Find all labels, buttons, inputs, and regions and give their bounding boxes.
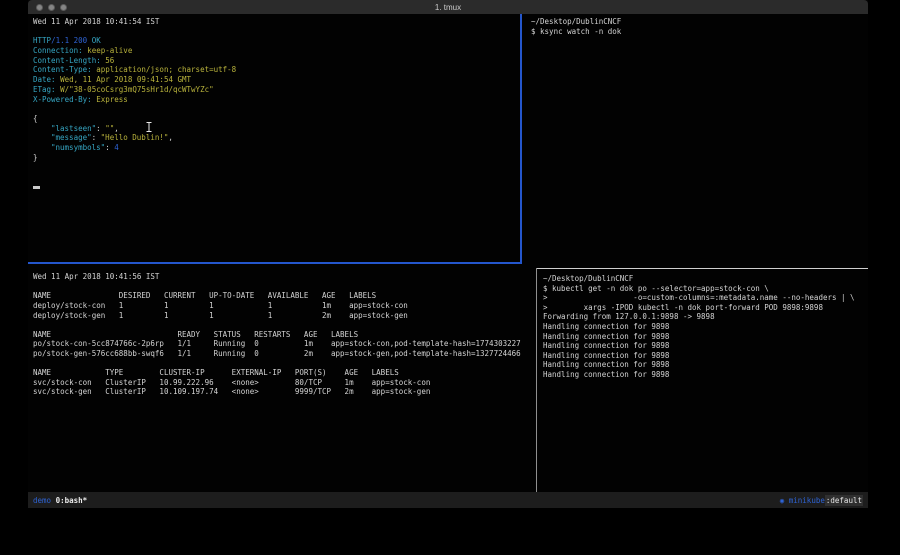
http-reason: OK (92, 36, 101, 45)
json-value: "Hello Dublin!" (101, 133, 169, 142)
window-title: 1. tmux (28, 3, 868, 12)
http-protocol: HTTP (33, 36, 51, 45)
http-version-status: /1.1 200 (51, 36, 87, 45)
json-key: "message" (51, 133, 92, 142)
http-header-line: Content-Type: application/json; charset=… (33, 65, 520, 75)
pane-border-vertical[interactable] (536, 268, 537, 492)
header-value: keep-alive (87, 46, 132, 55)
header-value: W/"38-05coCsrg3mQ75sHr1d/qcWTwYZc" (60, 85, 214, 94)
tmux-status-bar: demo 0:bash* ◉ minikube:default (28, 492, 868, 508)
status-left: demo 0:bash* (33, 496, 87, 505)
header-value: Express (96, 95, 128, 104)
header-value: Wed, 11 Apr 2018 09:41:54 GMT (60, 75, 191, 84)
window-titlebar[interactable]: 1. tmux (28, 0, 868, 14)
session-name: demo (33, 496, 51, 505)
http-header-line: Connection: keep-alive (33, 46, 520, 56)
http-header-line: Date: Wed, 11 Apr 2018 09:41:54 GMT (33, 75, 520, 85)
json-comma: , (168, 133, 173, 142)
ksync-output: ~/Desktop/DublinCNCF $ ksync watch -n do… (531, 17, 868, 36)
json-close-brace: } (33, 153, 520, 163)
pane-http-response[interactable]: Wed 11 Apr 2018 10:41:54 IST HTTP/1.1 20… (28, 14, 520, 262)
kube-namespace: :default (825, 495, 863, 506)
http-header-line: ETag: W/"38-05coCsrg3mQ75sHr1d/qcWTwYZc" (33, 85, 520, 95)
kube-context: minikube (789, 496, 825, 505)
tmux-terminal[interactable]: Wed 11 Apr 2018 10:41:54 IST HTTP/1.1 20… (28, 14, 868, 492)
json-colon: : (105, 143, 114, 152)
header-value: application/json; charset=utf-8 (96, 65, 236, 74)
pane-port-forward[interactable]: ~/Desktop/DublinCNCF $ kubectl get -n do… (538, 270, 868, 492)
json-key: "numsymbols" (51, 143, 105, 152)
port-forward-output: ~/Desktop/DublinCNCF $ kubectl get -n do… (543, 274, 868, 380)
json-entry-line: "numsymbols": 4 (33, 143, 520, 153)
json-colon: : (96, 124, 105, 133)
kubectl-resources-tables: NAME DESIRED CURRENT UP-TO-DATE AVAILABL… (33, 291, 534, 397)
timestamp-line: Wed 11 Apr 2018 10:41:54 IST (33, 17, 520, 27)
json-entry-line: "lastseen": "", (33, 124, 520, 134)
http-header-line: Content-Length: 56 (33, 56, 520, 66)
json-entry-line: "message": "Hello Dublin!", (33, 133, 520, 143)
timestamp-line: Wed 11 Apr 2018 10:41:56 IST (33, 272, 534, 282)
header-name: Content-Length: (33, 56, 101, 65)
header-name: Date: (33, 75, 56, 84)
header-name: Connection: (33, 46, 83, 55)
http-header-line: X-Powered-By: Express (33, 95, 520, 105)
terminal-window: 1. tmux Wed 11 Apr 2018 10:41:54 IST HTT… (28, 0, 868, 508)
json-comma: , (114, 124, 119, 133)
header-name: X-Powered-By: (33, 95, 92, 104)
terminal-cursor (33, 186, 40, 189)
header-name: Content-Type: (33, 65, 92, 74)
json-key: "lastseen" (51, 124, 96, 133)
pane-border-horizontal[interactable] (537, 268, 868, 269)
kubernetes-icon: ◉ (780, 496, 785, 505)
window-name-badge[interactable]: 0:bash* (56, 496, 88, 505)
json-value: 4 (114, 143, 119, 152)
pane-kubectl-get[interactable]: Wed 11 Apr 2018 10:41:56 IST NAME DESIRE… (28, 268, 534, 492)
status-right: ◉ minikube:default (780, 496, 863, 505)
json-colon: : (92, 133, 101, 142)
pane-ksync[interactable]: ~/Desktop/DublinCNCF $ ksync watch -n do… (526, 14, 868, 262)
header-name: ETag: (33, 85, 56, 94)
json-value: "" (105, 124, 114, 133)
active-pane-border-horizontal[interactable] (28, 262, 522, 264)
http-status-line: HTTP/1.1 200 OK (33, 36, 520, 46)
mouse-cursor-ibeam-icon (145, 122, 153, 134)
active-pane-border-vertical[interactable] (520, 14, 522, 264)
header-value: 56 (105, 56, 114, 65)
json-open-brace: { (33, 114, 520, 124)
